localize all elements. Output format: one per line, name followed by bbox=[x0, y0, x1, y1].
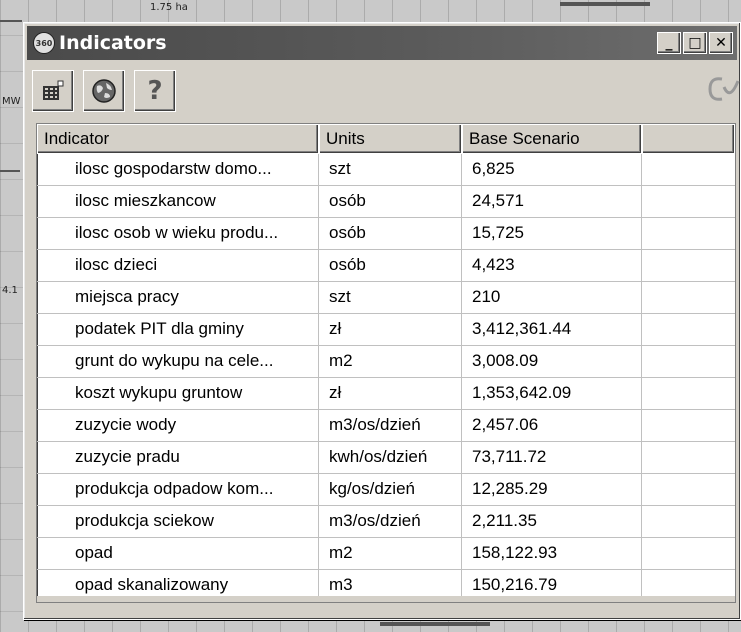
table-row[interactable]: miejsca pracy szt 210 bbox=[37, 282, 735, 314]
map-line bbox=[0, 20, 22, 22]
empty-cell bbox=[642, 282, 735, 313]
map-label: 4.1 bbox=[2, 285, 18, 296]
units-cell: osób bbox=[319, 218, 462, 249]
title-bar[interactable]: 360 Indicators _ □ ✕ bbox=[27, 26, 737, 60]
indicator-cell: grunt do wykupu na cele... bbox=[37, 346, 319, 377]
window-controls: _ □ ✕ bbox=[657, 32, 733, 54]
base-scenario-cell: 3,412,361.44 bbox=[462, 314, 642, 345]
map-label: MW bbox=[2, 96, 21, 107]
window-title: Indicators bbox=[59, 32, 167, 54]
indicator-cell: ilosc dzieci bbox=[37, 250, 319, 281]
indicator-cell: podatek PIT dla gminy bbox=[37, 314, 319, 345]
table-row[interactable]: produkcja odpadow kom... kg/os/dzień 12,28… bbox=[37, 474, 735, 506]
app-360-icon: 360 bbox=[33, 32, 55, 54]
empty-cell bbox=[642, 410, 735, 441]
indicators-window: 360 Indicators _ □ ✕ ? Indicator Units B… bbox=[23, 22, 741, 620]
table-icon bbox=[43, 80, 64, 100]
units-cell: m3/os/dzień bbox=[319, 506, 462, 537]
units-cell: zł bbox=[319, 314, 462, 345]
map-label: 1.75 ha bbox=[150, 2, 188, 13]
table-export-button[interactable] bbox=[32, 70, 74, 112]
units-cell: m3/os/dzień bbox=[319, 410, 462, 441]
base-scenario-cell: 12,285.29 bbox=[462, 474, 642, 505]
table-row[interactable]: podatek PIT dla gminy zł 3,412,361.44 bbox=[37, 314, 735, 346]
table-row[interactable]: koszt wykupu gruntow zł 1,353,642.09 bbox=[37, 378, 735, 410]
map-line bbox=[560, 2, 650, 6]
indicator-cell: koszt wykupu gruntow bbox=[37, 378, 319, 409]
column-header-indicator[interactable]: Indicator bbox=[37, 124, 319, 154]
table-row[interactable]: opad m2 158,122.93 bbox=[37, 538, 735, 570]
indicator-cell: ilosc gospodarstw domo... bbox=[37, 154, 319, 185]
column-header-empty[interactable] bbox=[642, 124, 735, 154]
question-icon: ? bbox=[147, 76, 163, 106]
indicator-cell: opad bbox=[37, 538, 319, 569]
units-cell: m2 bbox=[319, 538, 462, 569]
empty-cell bbox=[642, 218, 735, 249]
map-line bbox=[380, 622, 490, 626]
empty-cell bbox=[642, 538, 735, 569]
empty-cell bbox=[642, 314, 735, 345]
empty-cell bbox=[642, 506, 735, 537]
empty-cell bbox=[642, 474, 735, 505]
globe-icon bbox=[92, 79, 116, 103]
empty-cell bbox=[642, 442, 735, 473]
base-scenario-cell: 6,825 bbox=[462, 154, 642, 185]
toolbar: ? bbox=[32, 67, 176, 115]
table-row[interactable]: ilosc gospodarstw domo... szt 6,825 bbox=[37, 154, 735, 186]
base-scenario-cell: 3,008.09 bbox=[462, 346, 642, 377]
units-cell: zł bbox=[319, 378, 462, 409]
map-line bbox=[0, 170, 20, 172]
indicators-table: Indicator Units Base Scenario ilosc gosp… bbox=[36, 123, 736, 603]
indicator-cell: ilosc mieszkancow bbox=[37, 186, 319, 217]
table-body: ilosc gospodarstw domo... szt 6,825 ilosc m… bbox=[37, 154, 735, 602]
close-button[interactable]: ✕ bbox=[709, 32, 733, 54]
base-scenario-cell: 24,571 bbox=[462, 186, 642, 217]
base-scenario-cell: 158,122.93 bbox=[462, 538, 642, 569]
table-row[interactable]: ilosc dzieci osób 4,423 bbox=[37, 250, 735, 282]
indicator-cell: produkcja sciekow bbox=[37, 506, 319, 537]
base-scenario-cell: 1,353,642.09 bbox=[462, 378, 642, 409]
empty-cell bbox=[642, 346, 735, 377]
table-row[interactable]: produkcja sciekow m3/os/dzień 2,211.35 bbox=[37, 506, 735, 538]
units-cell: osób bbox=[319, 186, 462, 217]
column-header-units[interactable]: Units bbox=[319, 124, 462, 154]
maximize-button[interactable]: □ bbox=[683, 32, 707, 54]
globe-button[interactable] bbox=[83, 70, 125, 112]
units-cell: szt bbox=[319, 282, 462, 313]
table-row[interactable]: ilosc osob w wieku produ... osób 15,725 bbox=[37, 218, 735, 250]
column-header-base-scenario[interactable]: Base Scenario bbox=[462, 124, 642, 154]
base-scenario-cell: 73,711.72 bbox=[462, 442, 642, 473]
table-row[interactable]: ilosc mieszkancow osób 24,571 bbox=[37, 186, 735, 218]
help-button[interactable]: ? bbox=[134, 70, 176, 112]
indicator-cell: produkcja odpadow kom... bbox=[37, 474, 319, 505]
empty-cell bbox=[642, 378, 735, 409]
logo-icon bbox=[708, 77, 740, 101]
table-row[interactable]: zuzycie wody m3/os/dzień 2,457.06 bbox=[37, 410, 735, 442]
units-cell: kwh/os/dzień bbox=[319, 442, 462, 473]
table-header: Indicator Units Base Scenario bbox=[37, 124, 735, 154]
base-scenario-cell: 2,457.06 bbox=[462, 410, 642, 441]
empty-cell bbox=[642, 154, 735, 185]
units-cell: osób bbox=[319, 250, 462, 281]
horizontal-scrollbar[interactable] bbox=[37, 596, 735, 602]
units-cell: m2 bbox=[319, 346, 462, 377]
base-scenario-cell: 4,423 bbox=[462, 250, 642, 281]
table-row[interactable]: zuzycie pradu kwh/os/dzień 73,711.72 bbox=[37, 442, 735, 474]
base-scenario-cell: 15,725 bbox=[462, 218, 642, 249]
empty-cell bbox=[642, 186, 735, 217]
base-scenario-cell: 210 bbox=[462, 282, 642, 313]
table-row[interactable]: grunt do wykupu na cele... m2 3,008.09 bbox=[37, 346, 735, 378]
indicator-cell: zuzycie pradu bbox=[37, 442, 319, 473]
base-scenario-cell: 2,211.35 bbox=[462, 506, 642, 537]
units-cell: szt bbox=[319, 154, 462, 185]
indicator-cell: ilosc osob w wieku produ... bbox=[37, 218, 319, 249]
minimize-button[interactable]: _ bbox=[657, 32, 681, 54]
indicator-cell: miejsca pracy bbox=[37, 282, 319, 313]
empty-cell bbox=[642, 250, 735, 281]
units-cell: kg/os/dzień bbox=[319, 474, 462, 505]
indicator-cell: zuzycie wody bbox=[37, 410, 319, 441]
logo-watermark bbox=[680, 67, 740, 113]
